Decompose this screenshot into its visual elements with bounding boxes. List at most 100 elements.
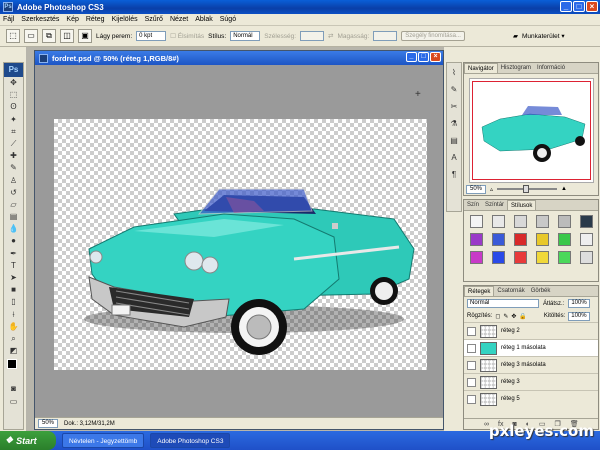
menu-select[interactable]: Kijelölés xyxy=(112,16,138,23)
layer-row[interactable]: réteg 5 xyxy=(464,390,598,407)
doc-minimize-button[interactable]: _ xyxy=(406,52,417,62)
default-colors-icon[interactable]: ◩ xyxy=(4,345,23,357)
menu-layer[interactable]: Réteg xyxy=(86,16,105,23)
style-swatch[interactable] xyxy=(470,215,483,228)
dodge-tool-icon[interactable]: ● xyxy=(4,235,23,247)
paragraph-panel-icon[interactable]: ¶ xyxy=(447,168,461,182)
quick-mask-icon[interactable]: ◙ xyxy=(4,383,23,395)
style-swatch[interactable] xyxy=(558,233,571,246)
clone-stamp-icon[interactable]: ♙ xyxy=(4,175,23,187)
foreground-color[interactable] xyxy=(7,359,17,370)
view-proxy-box[interactable] xyxy=(472,81,591,180)
style-swatch[interactable] xyxy=(580,215,593,228)
close-button[interactable]: × xyxy=(586,1,598,12)
style-swatch[interactable] xyxy=(470,233,483,246)
brushes-panel-icon[interactable]: ⌇ xyxy=(447,66,461,80)
zoom-in-icon[interactable]: ▲ xyxy=(561,186,567,192)
style-swatch[interactable] xyxy=(536,251,549,264)
menu-file[interactable]: Fájl xyxy=(3,16,14,23)
style-swatch[interactable] xyxy=(514,233,527,246)
path-selection-icon[interactable]: ➤ xyxy=(4,272,23,284)
style-swatch[interactable] xyxy=(536,215,549,228)
doc-maximize-button[interactable]: □ xyxy=(418,52,429,62)
move-tool-icon[interactable]: ✥ xyxy=(4,77,23,89)
lock-transparency-icon[interactable]: ◻ xyxy=(495,313,500,320)
style-swatch[interactable] xyxy=(558,215,571,228)
tab-layers[interactable]: Rétegek xyxy=(464,286,495,296)
blend-mode-select[interactable]: Normál xyxy=(467,299,539,308)
intersect-selection-icon[interactable]: ▣ xyxy=(78,29,92,43)
layer-row[interactable]: réteg 2 xyxy=(464,322,598,339)
subtract-selection-icon[interactable]: ◫ xyxy=(60,29,74,43)
height-input[interactable] xyxy=(373,31,398,41)
navigator-zoom[interactable]: 50% xyxy=(466,184,487,194)
lasso-tool-icon[interactable]: ʘ xyxy=(4,101,23,113)
shape-tool-icon[interactable]: ■ xyxy=(4,284,23,296)
notes-tool-icon[interactable]: ▯ xyxy=(4,296,23,308)
blur-tool-icon[interactable]: 💧 xyxy=(4,223,23,235)
new-selection-icon[interactable]: ▭ xyxy=(24,29,38,43)
layer-comps-icon[interactable]: ✂ xyxy=(447,100,461,114)
refine-edge-button[interactable]: Szegély finomítása... xyxy=(401,31,465,41)
maximize-button[interactable]: □ xyxy=(573,1,585,12)
screen-mode-icon[interactable]: ▭ xyxy=(4,396,23,408)
zoom-out-icon[interactable]: ▵ xyxy=(490,186,493,193)
antialias-checkbox[interactable]: ☐ Élsimítás xyxy=(170,32,204,40)
menu-image[interactable]: Kép xyxy=(66,16,78,23)
tab-channels[interactable]: Csatornák xyxy=(494,286,527,296)
fill-input[interactable]: 100% xyxy=(568,311,590,321)
taskbar-item-photoshop[interactable]: Adobe Photoshop CS3 xyxy=(150,433,231,448)
style-swatch[interactable] xyxy=(492,215,505,228)
layer-row[interactable]: réteg 3 xyxy=(464,373,598,390)
history-panel-icon[interactable]: ▤ xyxy=(447,134,461,148)
start-button[interactable]: ❖ Start xyxy=(0,431,56,450)
marquee-preset-icon[interactable]: ⬚ xyxy=(6,29,20,43)
workspace-menu[interactable]: Munkaterület ▾ xyxy=(522,32,565,40)
lock-position-icon[interactable]: ✥ xyxy=(511,313,516,320)
opacity-input[interactable]: 100% xyxy=(568,299,590,308)
menu-edit[interactable]: Szerkesztés xyxy=(21,16,59,23)
layer-row[interactable]: réteg 1 másolata xyxy=(464,339,598,356)
tab-swatches[interactable]: Színtár xyxy=(482,200,507,210)
layer-visibility-toggle[interactable] xyxy=(467,343,476,353)
eyedropper-icon[interactable]: ⟊ xyxy=(4,309,23,321)
canvas-area[interactable]: + xyxy=(35,65,443,419)
style-swatch[interactable] xyxy=(470,251,483,264)
pen-tool-icon[interactable]: ✒ xyxy=(4,248,23,260)
swap-icon[interactable]: ⇄ xyxy=(328,32,333,40)
menu-view[interactable]: Nézet xyxy=(170,16,188,23)
style-swatch[interactable] xyxy=(492,233,505,246)
tab-curves[interactable]: Görbék xyxy=(528,286,554,296)
style-swatch[interactable] xyxy=(558,251,571,264)
menu-window[interactable]: Ablak xyxy=(195,16,213,23)
feather-input[interactable]: 0 kpt xyxy=(136,31,167,41)
tab-info[interactable]: Információ xyxy=(534,63,568,73)
crop-tool-icon[interactable]: ⌗ xyxy=(4,126,23,138)
add-selection-icon[interactable]: ⧉ xyxy=(42,29,56,43)
document-size[interactable]: Dok.: 3,12M/31,2M xyxy=(64,421,115,427)
eraser-tool-icon[interactable]: ▱ xyxy=(4,199,23,211)
layer-visibility-toggle[interactable] xyxy=(467,377,476,387)
layer-row[interactable]: réteg 3 másolata xyxy=(464,356,598,373)
doc-close-button[interactable]: × xyxy=(430,52,441,62)
menu-filter[interactable]: Szűrő xyxy=(145,16,163,23)
lock-pixels-icon[interactable]: ✎ xyxy=(503,313,508,320)
brush-tool-icon[interactable]: ✎ xyxy=(4,162,23,174)
marquee-tool-icon[interactable]: ⬚ xyxy=(4,89,23,101)
taskbar-item-notepad[interactable]: Névtelen - Jegyzettömb xyxy=(62,433,145,448)
layer-visibility-toggle[interactable] xyxy=(467,360,476,370)
lock-all-icon[interactable]: 🔒 xyxy=(519,313,526,320)
tab-histogram[interactable]: Hisztogram xyxy=(498,63,534,73)
layer-visibility-toggle[interactable] xyxy=(467,394,476,404)
color-swatches[interactable] xyxy=(4,357,23,383)
tab-styles[interactable]: Stílusok xyxy=(507,200,537,210)
image-canvas[interactable] xyxy=(54,119,427,370)
hand-tool-icon[interactable]: ✋ xyxy=(4,321,23,333)
history-brush-icon[interactable]: ↺ xyxy=(4,187,23,199)
zoom-tool-icon[interactable]: ⌕ xyxy=(4,333,23,345)
style-swatch[interactable] xyxy=(580,251,593,264)
minimize-button[interactable]: _ xyxy=(560,1,572,12)
zoom-slider[interactable] xyxy=(497,185,558,193)
width-input[interactable] xyxy=(300,31,325,41)
type-tool-icon[interactable]: T xyxy=(4,260,23,272)
